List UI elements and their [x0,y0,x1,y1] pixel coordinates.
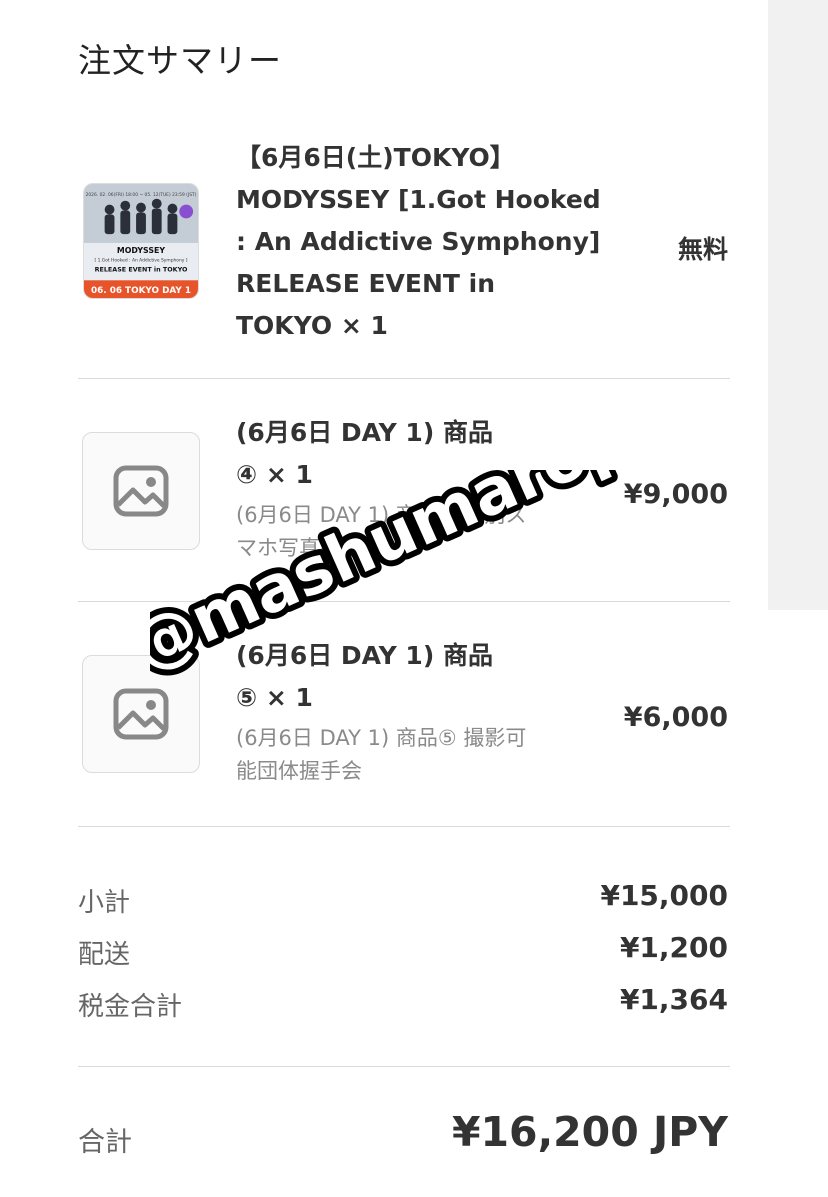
divider [78,826,730,827]
product-name[interactable]: 【6月6日(土)TOKYO】 MODYSSEY [1.Got Hooked : … [236,137,601,347]
thumbnail-event: RELEASE EVENT in TOKYO [95,265,188,273]
product-variant: (6月6日 DAY 1) 商品⑤ 撮影可 能団体握手会 [236,726,527,783]
product-thumbnail: 2026. 02. 06(FRI) 18:00 ~ 05. 12(TUE) 23… [83,183,199,299]
product-thumbnail [82,655,200,773]
page-title: 注文サマリー [78,41,282,80]
image-placeholder-icon [113,465,169,517]
divider [78,378,730,379]
divider [78,601,730,602]
item-price: ¥6,000 [623,702,728,733]
thumbnail-album: [ 1.Got Hooked : An Addictive Symphony ] [94,258,187,264]
product-name[interactable]: (6月6日 DAY 1) 商品 ⑤ × 1 [236,635,493,719]
right-edge-background [768,0,828,610]
product-name[interactable]: (6月6日 DAY 1) 商品 ④ × 1 [236,412,493,496]
thumbnail-date: 2026. 02. 06(FRI) 18:00 ~ 05. 12(TUE) 23… [86,192,197,198]
item-price: 無料 [677,235,728,264]
thumbnail-artist: MODYSSEY [117,246,165,255]
image-placeholder-icon [113,688,169,740]
divider [78,1066,730,1067]
product-thumbnail [82,432,200,550]
product-variant: (6月6日 DAY 1) 商品④ 個別ス マホ写真撮影会 [236,503,527,560]
item-price: ¥9,000 [623,479,728,510]
thumbnail-banner: 06. 06 TOKYO DAY 1 [91,286,191,296]
